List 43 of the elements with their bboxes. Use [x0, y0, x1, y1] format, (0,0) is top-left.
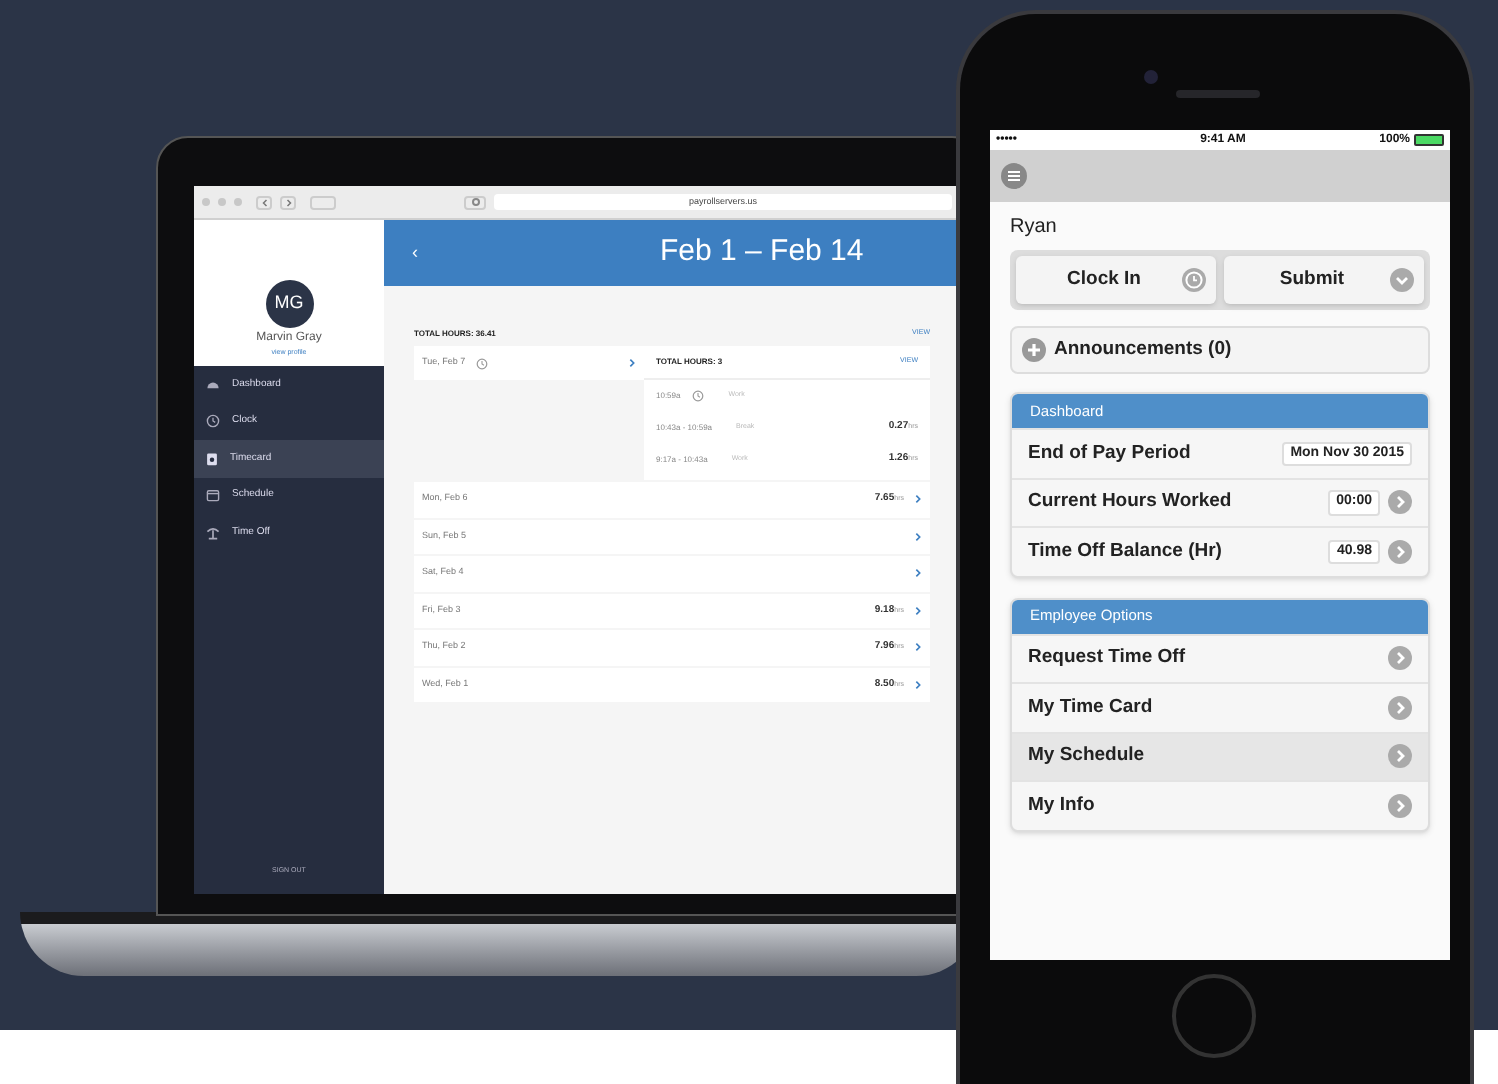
- menu-item[interactable]: Request Time Off: [1012, 633, 1428, 682]
- field-label: End of Pay Period: [1028, 439, 1193, 468]
- gauge-icon: [206, 378, 220, 391]
- menu-item[interactable]: My Schedule: [1012, 731, 1428, 780]
- menu-icon[interactable]: [1000, 162, 1028, 190]
- sidebar-toggle-button[interactable]: [310, 195, 336, 209]
- id-badge-icon: [206, 451, 218, 466]
- chevron-icon[interactable]: [914, 568, 922, 579]
- announcements-button[interactable]: Announcements (0): [1010, 326, 1430, 374]
- chevron-icon[interactable]: [914, 642, 922, 653]
- home-button[interactable]: [1172, 974, 1256, 1058]
- field-label: Time Off Balance (Hr): [1028, 537, 1224, 566]
- plus-icon: [1022, 338, 1046, 362]
- back-button[interactable]: [256, 195, 272, 209]
- arrow-right-icon[interactable]: [1388, 695, 1412, 720]
- action-button[interactable]: Clock In: [1016, 256, 1216, 304]
- back-icon: [261, 197, 267, 207]
- arrow-right-icon[interactable]: [1388, 490, 1412, 515]
- clock-icon: [475, 357, 488, 369]
- clock-icon: [692, 390, 705, 402]
- arrow-right-icon[interactable]: [1388, 646, 1412, 671]
- chevron-down-icon: [1390, 268, 1414, 292]
- clock-icon: [1182, 268, 1206, 292]
- chevron-icon[interactable]: [914, 531, 922, 542]
- chevron-icon[interactable]: [914, 605, 922, 616]
- arrow-right-icon[interactable]: [1388, 539, 1412, 564]
- chevron-icon[interactable]: [628, 358, 636, 368]
- field-label: Current Hours Worked: [1028, 488, 1234, 517]
- user-name: Ryan: [1010, 214, 1059, 242]
- menu-item[interactable]: My Info: [1012, 780, 1428, 829]
- palm-tree-icon: [206, 525, 220, 540]
- page-title: Feb 1 – Feb 14: [660, 232, 864, 273]
- calendar-icon: [206, 488, 220, 503]
- arrow-right-icon[interactable]: [1388, 793, 1412, 818]
- forward-button[interactable]: [280, 195, 296, 209]
- battery-icon: [1414, 134, 1444, 146]
- chevron-icon[interactable]: [914, 494, 922, 505]
- avatar: MG: [265, 279, 313, 328]
- forward-icon: [285, 197, 291, 207]
- clock-icon: [206, 414, 220, 429]
- action-button[interactable]: Submit: [1224, 256, 1424, 304]
- arrow-right-icon[interactable]: [1388, 744, 1412, 769]
- chevron-icon[interactable]: [914, 679, 922, 690]
